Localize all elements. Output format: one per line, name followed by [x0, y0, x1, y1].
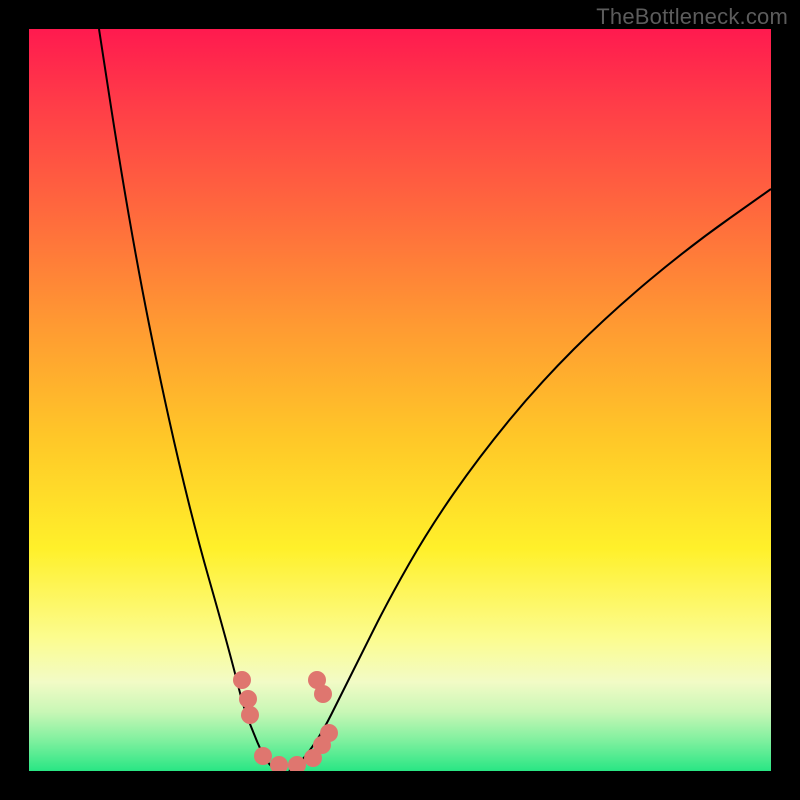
marker-dot — [254, 747, 272, 765]
curve-right-branch — [289, 189, 771, 771]
marker-dots — [233, 671, 338, 771]
watermark-text: TheBottleneck.com — [596, 4, 788, 30]
curve-left-branch — [99, 29, 279, 771]
bottleneck-curve — [99, 29, 771, 771]
marker-dot — [308, 671, 326, 689]
chart-frame: TheBottleneck.com — [0, 0, 800, 800]
marker-dot — [233, 671, 251, 689]
marker-dot — [270, 756, 288, 771]
marker-dot — [241, 706, 259, 724]
marker-dot — [239, 690, 257, 708]
curve-layer — [29, 29, 771, 771]
plot-area — [29, 29, 771, 771]
marker-dot — [320, 724, 338, 742]
